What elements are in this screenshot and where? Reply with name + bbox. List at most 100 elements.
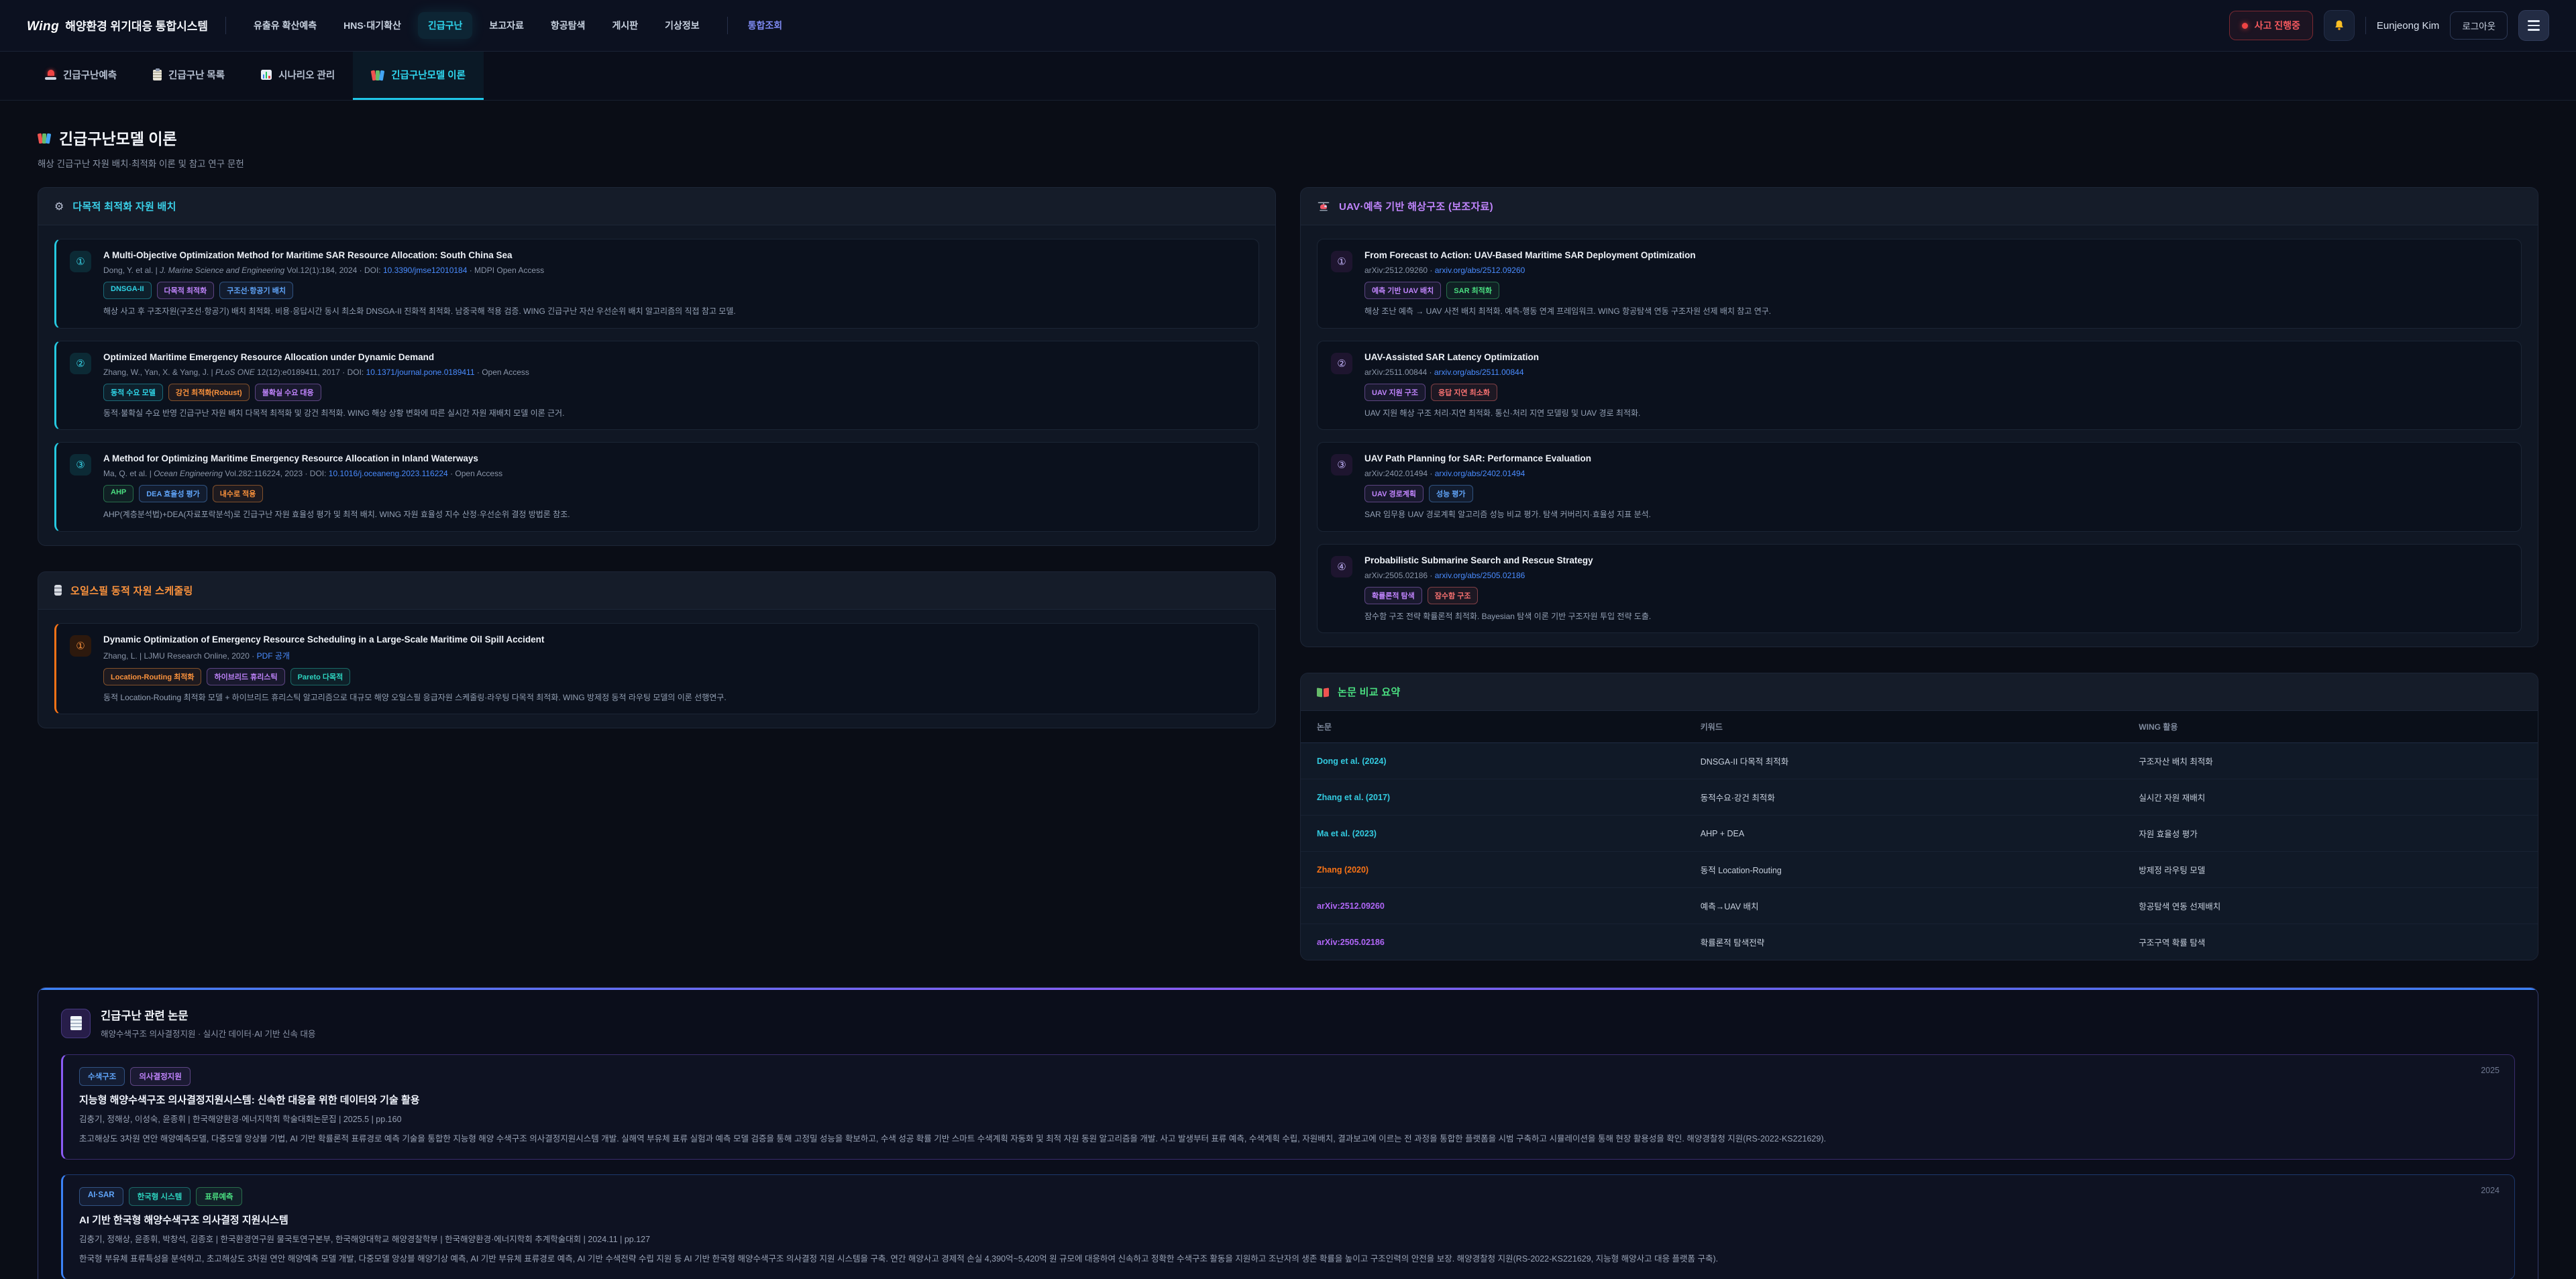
doi-link[interactable]: arxiv.org/abs/2505.02186 [1435,571,1525,580]
keyword-cell: 확률론적 탐색전략 [1684,924,2123,960]
paper-name-cell[interactable]: Ma et al. (2023) [1301,816,1684,852]
paper-body: UAV Path Planning for SAR: Performance E… [1364,453,2508,521]
doi-link[interactable]: 10.1371/journal.pone.0189411 [366,368,475,377]
menu-button[interactable] [2518,10,2549,41]
meta-text: Ocean Engineering [154,469,223,478]
doi-link[interactable]: arxiv.org/abs/2511.00844 [1434,368,1524,377]
meta-text: J. Marine Science and Engineering [160,266,284,275]
nav-item-0[interactable]: 유출유 확산예측 [244,12,327,39]
tag-chip: 한국형 시스템 [129,1187,191,1206]
paper-item: ①Dynamic Optimization of Emergency Resou… [54,623,1259,715]
doi-link[interactable]: 10.3390/jmse12010184 [383,266,467,275]
panel-body: ①A Multi-Objective Optimization Method f… [38,225,1275,545]
paper-body: Probabilistic Submarine Search and Rescu… [1364,555,2508,623]
paper-name-cell[interactable]: Dong et al. (2024) [1301,743,1684,779]
nav-item-5[interactable]: 게시판 [602,12,648,39]
paper-name-cell[interactable]: arXiv:2512.09260 [1301,888,1684,924]
notification-button[interactable] [2324,10,2355,41]
paper-meta: Zhang, L. | LJMU Research Online, 2020 ·… [103,650,1245,661]
paper-description: UAV 지원 해상 구조 처리·지연 최적화. 통신·처리 지연 모델링 및 U… [1364,407,2508,420]
tag-chip: 동적 수요 모델 [103,384,163,401]
tab-1[interactable]: 긴급구난 목록 [135,52,243,100]
paper-number-badge: ③ [1331,454,1352,476]
document-icon [70,1016,82,1030]
column-header: 키워드 [1684,711,2123,743]
meta-text: · Open Access [475,368,529,377]
paper-meta: Zhang, W., Yan, X. & Yang, J. | PLoS ONE… [103,368,1245,377]
comparison-table: 논문키워드WING 활용Dong et al. (2024)DNSGA-II 다… [1301,711,2538,960]
tab-2[interactable]: 시나리오 관리 [243,52,353,100]
tag-chip: 응답 지연 최소화 [1431,384,1497,401]
meta-text: Zhang, L. | LJMU Research Online, 2020 · [103,651,257,661]
books-icon [371,69,384,80]
paper-name-cell[interactable]: arXiv:2505.02186 [1301,924,1684,960]
nav-item-integrated-search[interactable]: 통합조회 [745,12,786,39]
paper-meta: arXiv:2511.00844 · arxiv.org/abs/2511.00… [1364,368,2508,377]
tag-chip: UAV 경로계획 [1364,485,1424,502]
tag-chip: SAR 최적화 [1446,282,1499,299]
meta-text: Vol.12(1):184, 2024 · DOI: [284,266,383,275]
wing-usage-cell: 구조자산 배치 최적화 [2123,743,2538,779]
tag-chip: 하이브리드 휴리스틱 [207,668,284,685]
logout-button[interactable]: 로그아웃 [2450,11,2508,40]
nav-item-2[interactable]: 긴급구난 [418,12,473,39]
clipboard-icon [153,70,162,80]
paper-name-cell[interactable]: Zhang et al. (2017) [1301,779,1684,816]
incident-status-badge: 사고 진행중 [2229,11,2313,40]
paper-item: ③A Method for Optimizing Maritime Emerge… [54,442,1259,532]
doi-link[interactable]: PDF 공개 [257,651,290,661]
tag-list: 동적 수요 모델강건 최적화(Robust)불확실 수요 대응 [103,384,1245,401]
meta-text: · MDPI Open Access [467,266,544,275]
paper-title: From Forecast to Action: UAV-Based Marit… [1364,250,2508,260]
sub-tab-bar: 긴급구난예측 긴급구난 목록 시나리오 관리긴급구난모델 이론 [0,52,2576,101]
table-row: Zhang et al. (2017)동적수요·강건 최적화실시간 자원 재배치 [1301,779,2538,816]
related-paper-card: 2024AI·SAR한국형 시스템표류예측AI 기반 한국형 해양수색구조 의사… [61,1174,2515,1279]
nav-item-4[interactable]: 항공탐색 [541,12,596,39]
paper-title: UAV-Assisted SAR Latency Optimization [1364,352,2508,362]
tag-chip: 수색구조 [79,1067,125,1086]
page-title-text: 긴급구난모델 이론 [59,126,177,149]
paper-title: Probabilistic Submarine Search and Rescu… [1364,555,2508,565]
doi-link[interactable]: 10.1016/j.oceaneng.2023.116224 [329,469,448,478]
alert-dot-icon [2242,23,2248,29]
app-title: 해양환경 위기대응 통합시스템 [65,17,208,34]
panel-body: ①From Forecast to Action: UAV-Based Mari… [1301,225,2538,647]
paper-name-cell[interactable]: Zhang (2020) [1301,852,1684,888]
meta-text: Ma, Q. et al. | [103,469,154,478]
wing-usage-cell: 자원 효율성 평가 [2123,816,2538,852]
meta-text: Vol.282:116224, 2023 · DOI: [223,469,329,478]
open-book-icon [1317,687,1329,697]
doi-link[interactable]: arxiv.org/abs/2402.01494 [1435,469,1525,478]
tab-3[interactable]: 긴급구난모델 이론 [353,52,484,100]
paper-title: A Method for Optimizing Maritime Emergen… [103,453,1245,463]
tag-chip: AI·SAR [79,1187,123,1206]
content-grid: ⚙다목적 최적화 자원 배치①A Multi-Objective Optimiz… [0,187,2576,960]
tag-chip: 표류예측 [196,1187,241,1206]
wing-usage-cell: 항공탐색 연동 선제배치 [2123,888,2538,924]
doi-link[interactable]: arxiv.org/abs/2512.09260 [1435,266,1525,275]
related-papers-header: 긴급구난 관련 논문 해양수색구조 의사결정지원 · 실시간 데이터·AI 기반… [61,1007,2515,1040]
table-row: arXiv:2512.09260예측→UAV 배치항공탐색 연동 선제배치 [1301,888,2538,924]
tag-chip: Location-Routing 최적화 [103,668,201,685]
tag-chip: 확률론적 탐색 [1364,587,1422,604]
tag-chip: 내수로 적용 [213,485,264,502]
nav-item-1[interactable]: HNS·대기확산 [333,12,411,39]
tag-list: AI·SAR 한국형 시스템 표류예측 [79,1187,2498,1206]
nav-item-3[interactable]: 보고자료 [479,12,534,39]
tag-list: AHPDEA 효율성 평가내수로 적용 [103,485,1245,502]
tag-list: UAV 지원 구조응답 지연 최소화 [1364,384,2508,401]
paper-title: UAV Path Planning for SAR: Performance E… [1364,453,2508,463]
panel-header: ⚙다목적 최적화 자원 배치 [38,188,1275,225]
tab-label: 긴급구난 목록 [168,68,225,82]
panel-header: UAV·예측 기반 해상구조 (보조자료) [1301,188,2538,225]
siren-icon [45,70,56,80]
tab-0[interactable]: 긴급구난예측 [27,52,135,100]
paper-meta: arXiv:2512.09260 · arxiv.org/abs/2512.09… [1364,266,2508,275]
panel-title: 다목적 최적화 자원 배치 [72,199,176,213]
user-name: Eunjeong Kim [2377,20,2439,32]
header-right: 사고 진행중 Eunjeong Kim 로그아웃 [2229,10,2549,41]
related-papers-title: 긴급구난 관련 논문 [101,1007,315,1023]
nav-item-6[interactable]: 기상정보 [655,12,710,39]
tag-list: 확률론적 탐색잠수함 구조 [1364,587,2508,604]
wing-usage-cell: 방제정 라우팅 모델 [2123,852,2538,888]
